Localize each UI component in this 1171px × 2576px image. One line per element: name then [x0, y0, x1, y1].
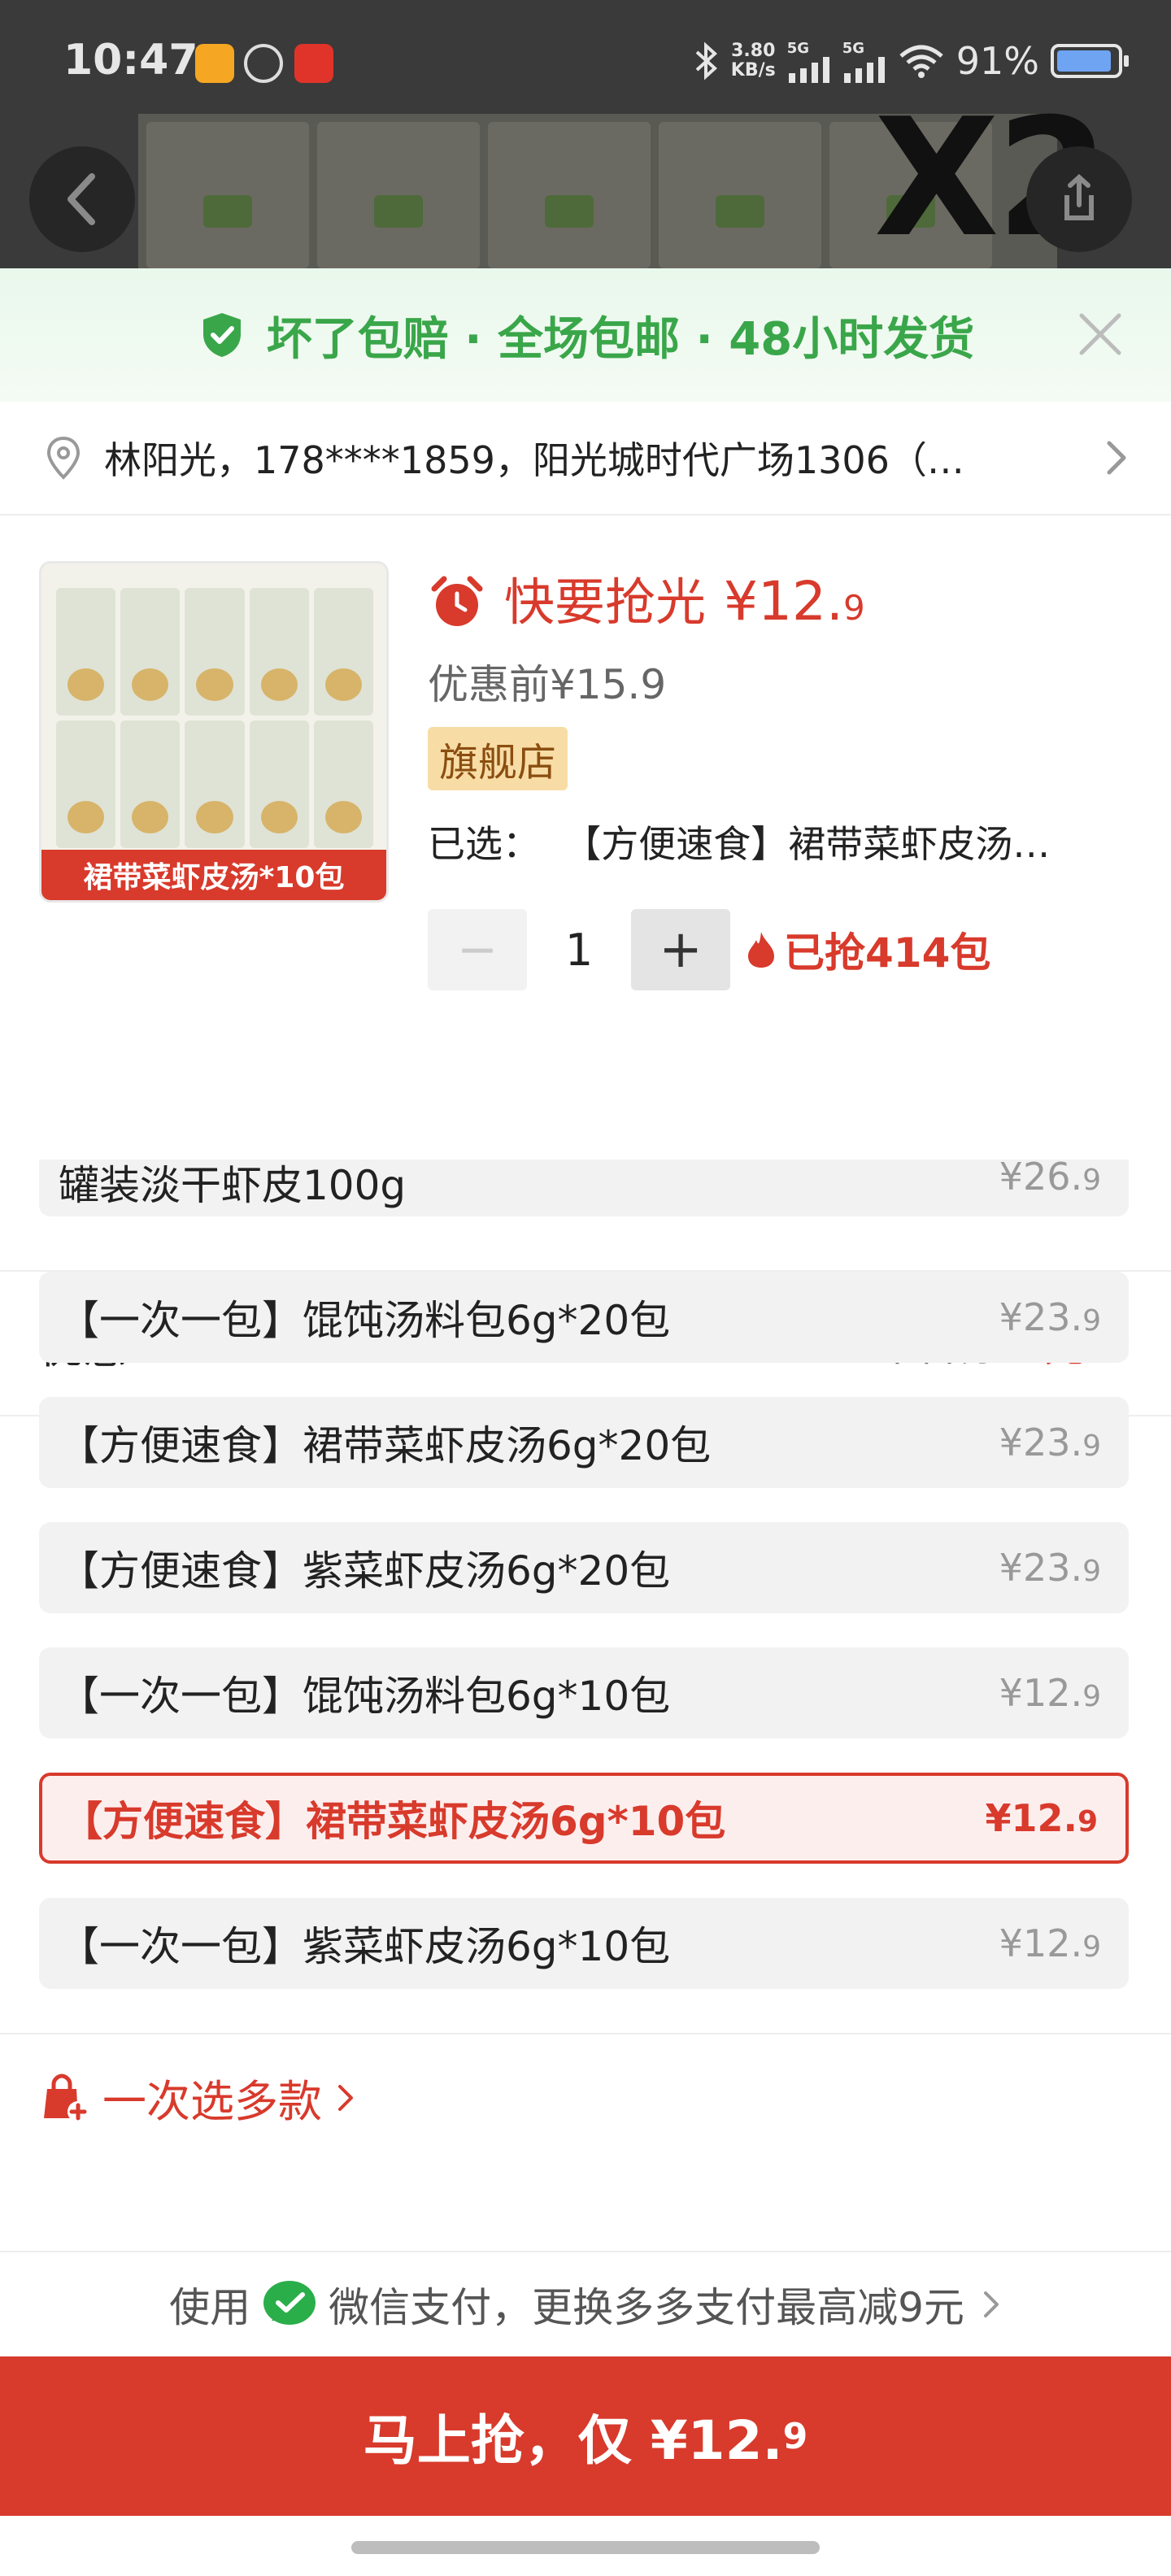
signal-icon	[843, 56, 885, 83]
decrease-quantity-button[interactable]: −	[428, 909, 527, 990]
wifi-icon	[899, 45, 943, 78]
chevron-right-icon	[338, 2084, 353, 2111]
payment-text: 微信支付，更换多多支付最高减9元	[329, 2284, 964, 2331]
sku-option[interactable]: 罐装淡干虾皮100g ¥26.9	[39, 1155, 1129, 1216]
battery-percent: 91%	[956, 39, 1039, 83]
quantity-value: 1	[564, 924, 594, 976]
sku-option[interactable]: 【方便速食】紫菜虾皮汤6g*20包 ¥23.9	[39, 1522, 1129, 1613]
payment-prefix: 使用	[169, 2284, 251, 2331]
background-pack	[488, 122, 651, 268]
selected-spec: 已选： 【方便速食】裙带菜虾皮汤…	[428, 822, 1051, 866]
background-pack	[146, 122, 309, 268]
current-price: ¥12.	[724, 570, 843, 633]
sku-option[interactable]: 【方便速食】裙带菜虾皮汤6g*20包 ¥23.9	[39, 1397, 1129, 1488]
close-icon[interactable]	[1075, 309, 1125, 359]
sku-option[interactable]: 【一次一包】紫菜虾皮汤6g*10包 ¥12.9	[39, 1898, 1129, 1989]
multi-select-label: 一次选多款	[102, 2076, 322, 2127]
fire-icon	[748, 932, 774, 968]
background-pack	[317, 122, 480, 268]
sku-option[interactable]: 【一次一包】馄饨汤料包6g*20包 ¥23.9	[39, 1272, 1129, 1363]
quantity-stepper: − 1 + 已抢414包	[428, 909, 1143, 990]
payment-method-row[interactable]: 使用 微信支付，更换多多支付最高减9元	[0, 2251, 1171, 2356]
share-icon	[1064, 173, 1094, 220]
store-badge: 旗舰店	[428, 727, 568, 790]
promo-text: 坏了包赔 · 全场包邮 · 48小时发货	[266, 312, 975, 366]
divider	[0, 2033, 1171, 2034]
chevron-left-icon	[67, 173, 95, 225]
bluetooth-icon	[695, 41, 717, 80]
location-pin-icon	[46, 436, 81, 480]
home-indicator[interactable]	[351, 2541, 820, 2554]
notification-app-icon	[195, 44, 234, 83]
back-button[interactable]	[29, 146, 135, 252]
signal-icon	[788, 56, 829, 83]
share-button[interactable]	[1026, 146, 1132, 252]
wechat-notification-icon	[244, 44, 283, 83]
signal-label: 5G	[786, 39, 810, 57]
sku-selection-sheet: 坏了包赔 · 全场包邮 · 48小时发货 林阳光，178****1859，阳光城…	[0, 268, 1171, 2576]
alarm-clock-icon	[431, 576, 483, 626]
multi-select-link[interactable]: 一次选多款	[39, 2065, 358, 2130]
background-pack	[659, 122, 821, 268]
sold-count: 已抢414包	[745, 920, 990, 979]
chevron-right-icon	[983, 2291, 999, 2317]
wechat-pay-icon	[263, 2281, 316, 2325]
shipping-address-row[interactable]: 林阳光，178****1859，阳光城时代广场1306（…	[0, 402, 1171, 516]
chevron-right-icon	[1107, 441, 1126, 475]
network-speed: 3.80 KB/s	[730, 41, 776, 80]
thumbnail-label: 裙带菜虾皮汤*10包	[41, 850, 386, 900]
buy-now-button[interactable]: 马上抢，仅 ¥12. 9	[0, 2356, 1171, 2516]
product-info: 快要抢光 ¥12. 9 优惠前¥15.9 旗舰店 已选： 【方便速食】裙带菜虾皮汤…	[428, 561, 1143, 990]
flash-sale-label: 快要抢光	[504, 572, 707, 632]
original-price: 优惠前¥15.9	[428, 661, 667, 708]
shopping-bag-plus-icon	[44, 2073, 89, 2122]
promo-banner: 坏了包赔 · 全场包邮 · 48小时发货	[0, 268, 1171, 402]
battery-icon	[1051, 44, 1129, 78]
status-bar: 10:47 3.80 KB/s 5G 5G 91%	[0, 0, 1171, 130]
status-time: 10:47	[63, 36, 198, 85]
address-text: 林阳光，178****1859，阳光城时代广场1306（…	[104, 438, 964, 482]
shield-check-icon	[202, 313, 241, 357]
sku-option-selected[interactable]: 【方便速食】裙带菜虾皮汤6g*10包 ¥12.9	[39, 1773, 1129, 1864]
background-product-header: X2 10:47 3.80 KB/s 5G 5G 91%	[0, 0, 1171, 268]
current-price-decimal: 9	[842, 588, 865, 628]
pinduoduo-notification-icon	[294, 44, 333, 83]
product-thumbnail[interactable]: 裙带菜虾皮汤*10包	[39, 561, 389, 903]
sku-option[interactable]: 【一次一包】馄饨汤料包6g*10包 ¥12.9	[39, 1647, 1129, 1738]
increase-quantity-button[interactable]: +	[631, 909, 730, 990]
signal-label: 5G	[842, 39, 865, 57]
